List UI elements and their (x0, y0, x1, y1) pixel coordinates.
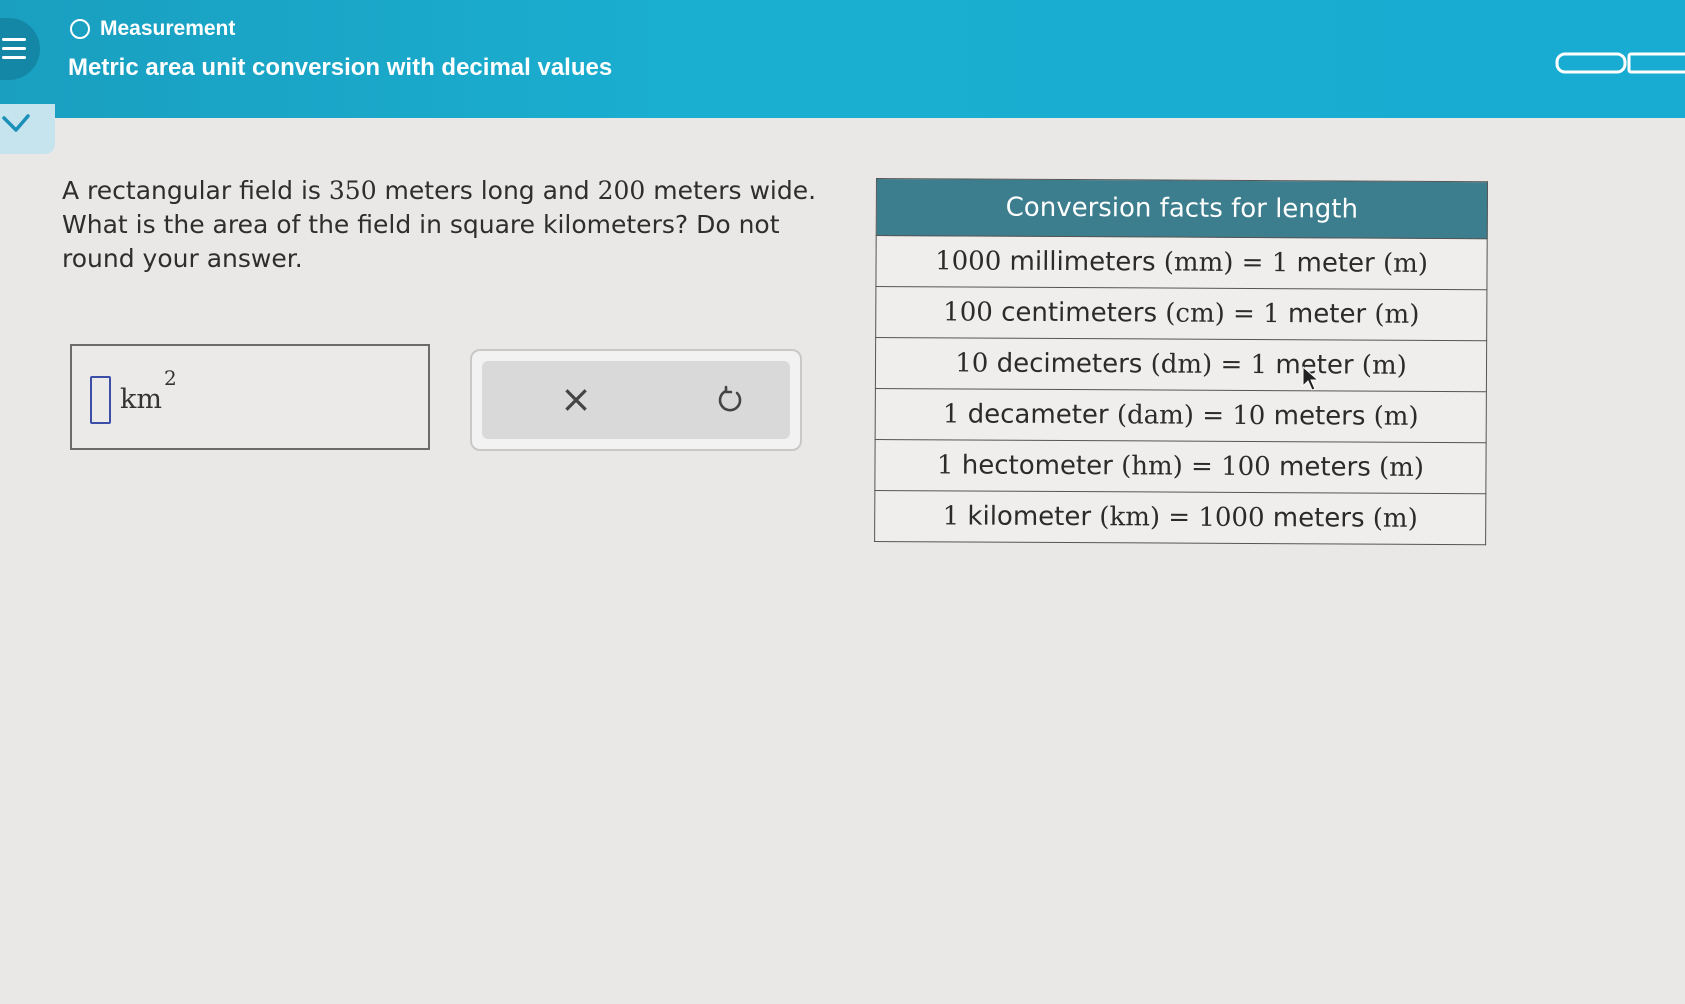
clear-button[interactable]: × (552, 375, 600, 423)
conversion-table: Conversion facts for length 1000 millime… (874, 178, 1488, 545)
conversion-right-abbr: (m) (1382, 248, 1429, 279)
conversion-left-abbr: (dam) (1116, 400, 1195, 431)
conversion-right-abbr: (m) (1372, 503, 1418, 534)
question-text-part: meters long and (376, 176, 598, 205)
question-line-1: A rectangular field is 350 meters long a… (62, 174, 842, 208)
undo-icon (718, 385, 742, 412)
conversion-right-num: 100 (1221, 451, 1271, 483)
close-icon: × (560, 377, 592, 421)
header-bar: Measurement Metric area unit conversion … (0, 0, 1685, 118)
table-row: 10 decimeters (dm) = 1 meter (m) (875, 337, 1487, 392)
conversion-fact: 1 decameter (dam) = 10 meters (m) (875, 388, 1487, 443)
answer-unit: km (120, 384, 162, 415)
menu-icon (2, 38, 26, 41)
table-title: Conversion facts for length (876, 178, 1488, 239)
answer-input[interactable] (90, 376, 111, 424)
lesson-title: Metric area unit conversion with decimal… (68, 54, 613, 81)
topic-row: Measurement (70, 17, 235, 41)
menu-icon-bar (2, 56, 26, 59)
collapse-tab[interactable] (0, 104, 55, 154)
conversion-fact: 100 centimeters (cm) = 1 meter (m) (875, 286, 1487, 341)
menu-icon-bar (2, 47, 26, 50)
answer-tools-inner: × (482, 361, 790, 439)
question-text-part: A rectangular field is (62, 176, 329, 205)
conversion-right-num: 1 (1271, 248, 1289, 279)
conversion-left-word: decimeters (988, 348, 1151, 380)
conversion-right-abbr: (m) (1378, 452, 1425, 483)
conversion-left-word: millimeters (1001, 246, 1164, 278)
field-width: 200 (597, 176, 646, 205)
conversion-left-num: 1 (942, 501, 960, 532)
conversion-table-body: 1000 millimeters (mm) = 1 meter (m) 100 c… (874, 235, 1488, 545)
conversion-fact: 10 decimeters (dm) = 1 meter (m) (875, 337, 1487, 392)
topic-label: Measurement (100, 17, 236, 40)
conversion-eq: = (1182, 451, 1222, 482)
field-length: 350 (328, 176, 377, 205)
menu-button[interactable] (0, 18, 40, 80)
chevron-down-icon (2, 114, 30, 132)
undo-button[interactable] (706, 375, 754, 423)
table-row: 1000 millimeters (mm) = 1 meter (m) (875, 235, 1488, 290)
conversion-eq: = (1233, 247, 1272, 279)
conversion-right-num: 10 (1232, 400, 1266, 432)
conversion-right-word: meter (1279, 299, 1375, 330)
conversion-right-word: meters (1265, 401, 1374, 432)
conversion-left-num: 10 (955, 348, 989, 379)
conversion-right-word: meter (1288, 248, 1384, 279)
conversion-left-num: 1000 (935, 246, 1002, 277)
conversion-left-abbr: (km) (1099, 502, 1161, 533)
table-header-row: Conversion facts for length (876, 178, 1488, 239)
conversion-eq: = (1224, 298, 1264, 330)
conversion-left-num: 1 (936, 450, 954, 481)
conversion-eq: = (1193, 400, 1233, 431)
conversion-left-word: decameter (959, 399, 1117, 431)
answer-tools: × (470, 349, 802, 451)
question-text-part: meters wide. (645, 176, 817, 205)
table-row: 1 hectometer (hm) = 100 meters (m) (874, 439, 1487, 494)
conversion-left-abbr: (hm) (1121, 451, 1183, 482)
table-row: 100 centimeters (cm) = 1 meter (m) (875, 286, 1487, 341)
conversion-fact: 1 kilometer (km) = 1000 meters (m) (874, 490, 1486, 545)
conversion-eq: = (1212, 349, 1251, 380)
conversion-left-num: 100 (943, 297, 993, 328)
question-text: A rectangular field is 350 meters long a… (62, 174, 842, 276)
progress-icon[interactable] (1555, 52, 1685, 74)
conversion-right-num: 1 (1250, 349, 1268, 381)
conversion-left-word: centimeters (992, 297, 1166, 329)
question-line-2: What is the area of the field in square … (62, 210, 780, 239)
conversion-left-num: 1 (942, 399, 960, 430)
conversion-right-word: meters (1264, 503, 1373, 534)
mouse-pointer-icon (1302, 366, 1320, 391)
answer-unit-exponent: 2 (164, 366, 177, 390)
conversion-left-word: kilometer (959, 501, 1100, 533)
question-line-3: round your answer. (62, 244, 303, 273)
conversion-left-abbr: (dm) (1150, 349, 1213, 380)
answer-box: km 2 (70, 344, 430, 450)
conversion-right-num: 1 (1263, 299, 1280, 330)
conversion-right-abbr: (m) (1361, 350, 1407, 381)
table-row: 1 kilometer (km) = 1000 meters (m) (874, 490, 1486, 545)
conversion-right-num: 1000 (1198, 502, 1265, 534)
conversion-eq: = (1159, 502, 1199, 533)
conversion-left-word: hectometer (953, 450, 1122, 482)
conversion-right-abbr: (m) (1374, 299, 1420, 330)
topic-circle-icon (70, 19, 90, 39)
table-row: 1 decameter (dam) = 10 meters (m) (875, 388, 1487, 443)
conversion-left-abbr: (mm) (1163, 247, 1234, 278)
conversion-fact: 1000 millimeters (mm) = 1 meter (m) (875, 235, 1488, 290)
conversion-left-abbr: (cm) (1165, 298, 1225, 329)
conversion-fact: 1 hectometer (hm) = 100 meters (m) (874, 439, 1487, 494)
conversion-right-abbr: (m) (1373, 401, 1419, 432)
conversion-right-word: meters (1270, 452, 1380, 483)
